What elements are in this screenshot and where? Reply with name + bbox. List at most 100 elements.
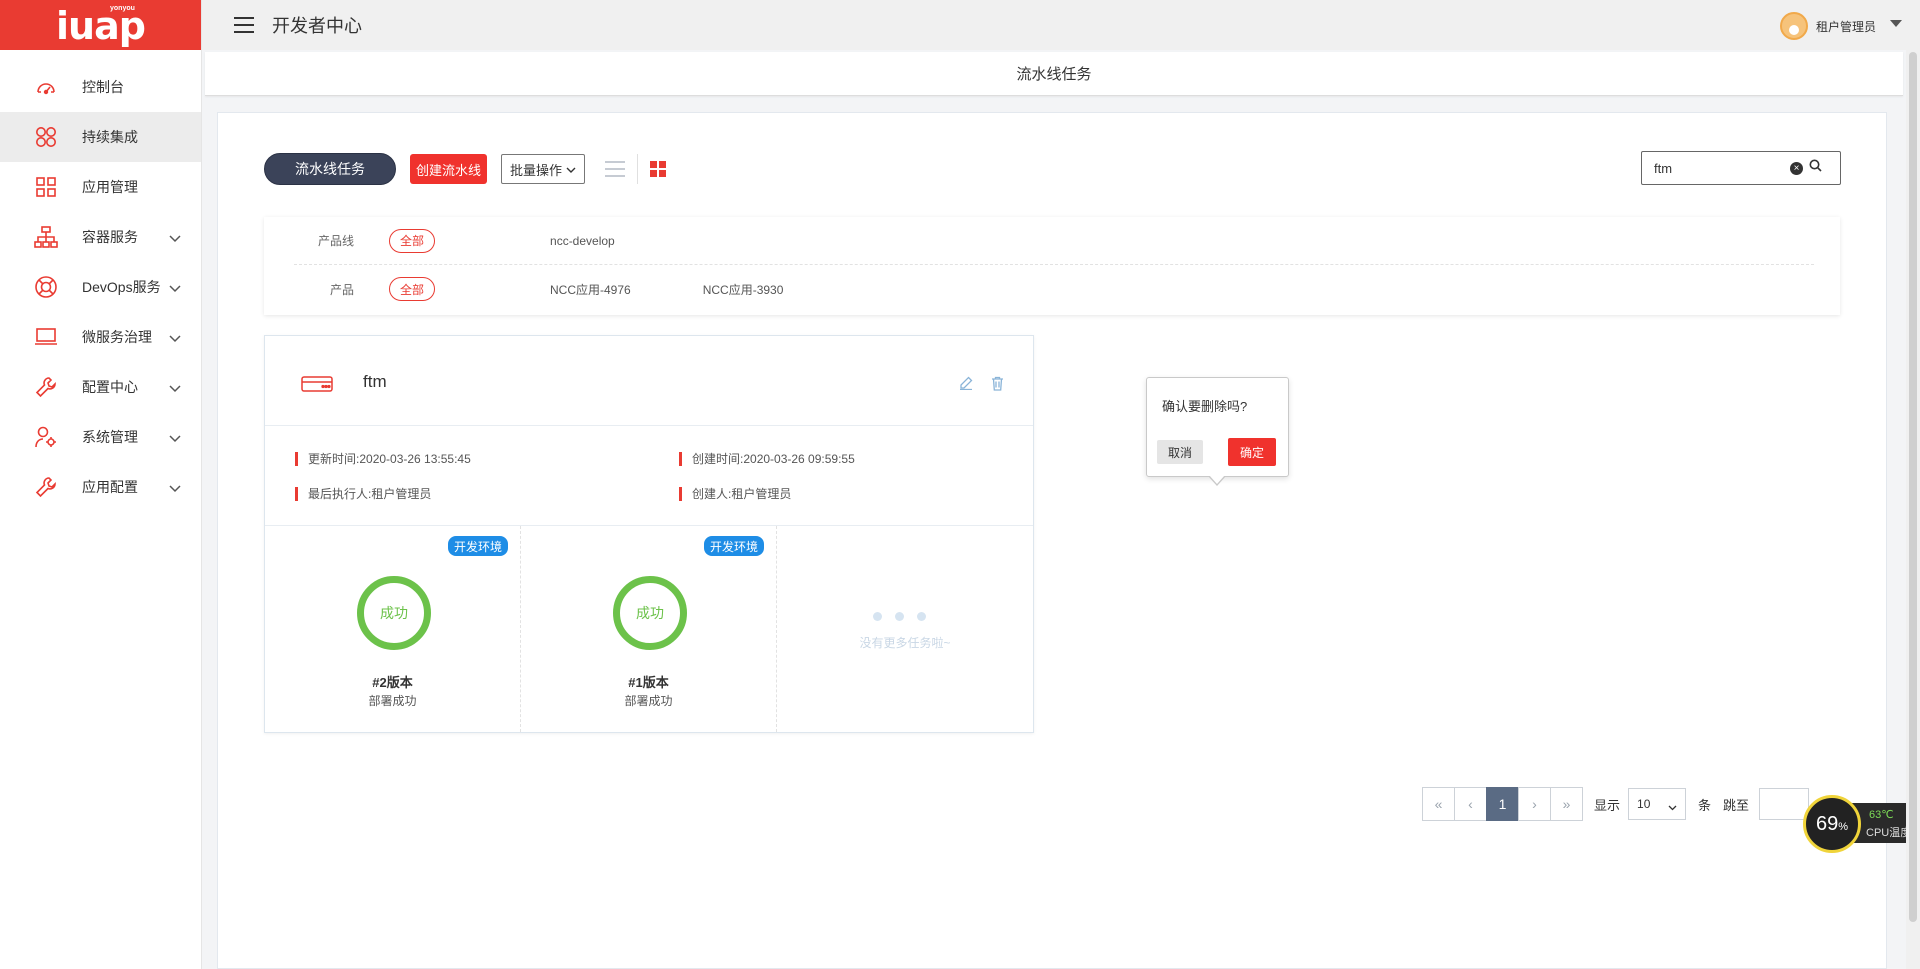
- sidebar: iuap yonyou 控制台 持续集成 应用管理 容器服务 DevOps服务 …: [0, 0, 202, 969]
- card-header: ftm: [265, 336, 1033, 426]
- chevron-down-icon: [566, 162, 576, 177]
- filter-all-tag[interactable]: 全部: [389, 277, 436, 301]
- menu-toggle-icon[interactable]: [234, 17, 254, 33]
- creator: 创建人:租户管理员: [679, 487, 791, 501]
- batch-operations-label: 批量操作: [510, 162, 563, 178]
- creator-label: 创建人:: [692, 487, 732, 501]
- update-time-value: 2020-03-26 13:55:45: [359, 452, 471, 466]
- page-scrollbar[interactable]: [1906, 50, 1920, 969]
- loading-dots-icon: [873, 612, 939, 621]
- sidebar-item-label: 应用配置: [82, 479, 138, 495]
- sidebar-item-label: 控制台: [82, 79, 124, 95]
- sidebar-item-ci[interactable]: 持续集成: [0, 112, 201, 162]
- first-page-button[interactable]: «: [1422, 787, 1455, 821]
- scrollbar-thumb[interactable]: [1909, 52, 1917, 922]
- user-menu[interactable]: 租户管理员: [1779, 12, 1902, 40]
- task-item[interactable]: 开发环境 成功 #1版本 部署成功: [521, 526, 777, 732]
- filter-all-tag[interactable]: 全部: [389, 228, 436, 253]
- sidebar-item-microservice[interactable]: 微服务治理: [0, 312, 201, 362]
- no-more-text: 没有更多任务啦~: [859, 636, 951, 650]
- create-pipeline-button[interactable]: 创建流水线: [410, 154, 488, 184]
- toolbar: 流水线任务 创建流水线 批量操作: [264, 153, 667, 185]
- user-name: 租户管理员: [1815, 19, 1876, 34]
- sidebar-item-label: 持续集成: [82, 129, 138, 145]
- filter-row-product-line: 产品线 全部 ncc-develop: [294, 217, 1814, 265]
- trash-icon[interactable]: [991, 376, 1004, 396]
- page-size-select[interactable]: 10: [1628, 788, 1687, 820]
- search-input-value: ftm: [1654, 160, 1673, 176]
- chevron-down-icon: [169, 330, 181, 348]
- sidebar-item-label: 系统管理: [82, 429, 138, 445]
- sidebar-item-label: 配置中心: [82, 379, 138, 395]
- confirm-button[interactable]: 确定: [1228, 438, 1277, 466]
- sidebar-item-system-management[interactable]: 系统管理: [0, 412, 201, 462]
- filter-option[interactable]: NCC应用-4976: [550, 281, 631, 298]
- sidebar-item-dashboard[interactable]: 控制台: [0, 62, 201, 112]
- cpu-usage-value: 69: [1815, 812, 1839, 835]
- cpu-temperature-value: 63℃: [1869, 809, 1894, 821]
- sidebar-item-container-service[interactable]: 容器服务: [0, 212, 201, 262]
- main-panel: 流水线任务 创建流水线 批量操作 ftm × 产品线 全部 ncc-develo…: [217, 112, 1887, 969]
- create-time: 创建时间:2020-03-26 09:59:55: [679, 452, 855, 466]
- filter-option[interactable]: ncc-develop: [550, 234, 615, 248]
- jump-page-input[interactable]: [1759, 788, 1810, 820]
- server-icon: [301, 376, 333, 397]
- clear-icon[interactable]: ×: [1790, 161, 1803, 175]
- search-icon[interactable]: [1809, 159, 1822, 177]
- cpu-temperature-label: CPU温度: [1866, 827, 1912, 839]
- sidebar-item-devops[interactable]: DevOps服务: [0, 262, 201, 312]
- task-version: #2版本: [372, 675, 413, 690]
- ci-flower-icon: [34, 125, 58, 149]
- sidebar-item-config-center[interactable]: 配置中心: [0, 362, 201, 412]
- list-view-icon[interactable]: [605, 161, 626, 177]
- sidebar-item-app-config[interactable]: 应用配置: [0, 462, 201, 512]
- section-title: 流水线任务: [1016, 66, 1092, 83]
- grid-view-icon[interactable]: [650, 161, 667, 177]
- task-item[interactable]: 开发环境 成功 #2版本 部署成功: [265, 526, 521, 732]
- filter-label: 产品线: [317, 234, 354, 248]
- task-description: 部署成功: [368, 694, 417, 708]
- avatar: [1779, 12, 1808, 40]
- task-description: 部署成功: [624, 694, 673, 708]
- card-info: 更新时间:2020-03-26 13:55:45 创建时间:2020-03-26…: [265, 426, 1033, 526]
- iuap-logo[interactable]: iuap yonyou: [0, 0, 201, 50]
- sidebar-item-label: 容器服务: [82, 229, 138, 245]
- pipeline-card[interactable]: ftm 更新时间:2020-03-26 13:55:45 创建时间:2020-0…: [264, 335, 1034, 733]
- status-text: 成功: [636, 605, 664, 621]
- status-ring: 成功: [613, 576, 687, 650]
- pipeline-name[interactable]: ftm: [363, 372, 387, 392]
- cpu-usage-gauge: 69%: [1803, 795, 1861, 853]
- update-time-label: 更新时间:: [308, 452, 360, 466]
- caret-down-icon[interactable]: [1890, 20, 1902, 27]
- status-text: 成功: [380, 605, 408, 621]
- batch-operations-dropdown[interactable]: 批量操作: [501, 154, 586, 184]
- search-input[interactable]: ftm ×: [1641, 151, 1841, 185]
- next-page-button[interactable]: ›: [1518, 787, 1551, 821]
- sidebar-item-label: 应用管理: [82, 179, 138, 195]
- chevron-down-icon: [169, 280, 181, 298]
- chevron-down-icon: [169, 430, 181, 448]
- section-header: 流水线任务: [205, 52, 1903, 96]
- wrench-icon: [34, 375, 58, 399]
- chevron-down-icon: [169, 480, 181, 498]
- create-time-value: 2020-03-26 09:59:55: [743, 452, 855, 466]
- page-title: 开发者中心: [272, 16, 362, 36]
- cancel-button[interactable]: 取消: [1157, 440, 1204, 464]
- prev-page-button[interactable]: ‹: [1454, 787, 1487, 821]
- popover-arrow-inner: [1209, 475, 1225, 484]
- wrench-icon: [34, 475, 58, 499]
- update-time: 更新时间:2020-03-26 13:55:45: [295, 452, 471, 466]
- sidebar-item-label: 微服务治理: [82, 329, 152, 345]
- filter-option[interactable]: NCC应用-3930: [703, 281, 784, 298]
- dashboard-icon: [34, 75, 58, 99]
- cpu-temperature-widget[interactable]: 69% 63℃ CPU温度: [1803, 795, 1920, 853]
- delete-confirm-popover: 确认要删除吗? 取消 确定: [1146, 377, 1289, 486]
- sidebar-item-app-management[interactable]: 应用管理: [0, 162, 201, 212]
- pipeline-tasks-button[interactable]: 流水线任务: [264, 153, 396, 185]
- sidebar-nav: 控制台 持续集成 应用管理 容器服务 DevOps服务 微服务治理 配置中心 系…: [0, 50, 201, 512]
- filter-panel: 产品线 全部 ncc-develop 产品 全部 NCC应用-4976 NCC应…: [264, 217, 1840, 315]
- edit-icon[interactable]: [959, 376, 973, 395]
- last-page-button[interactable]: »: [1550, 787, 1583, 821]
- page-number-button[interactable]: 1: [1486, 787, 1519, 821]
- status-ring: 成功: [357, 576, 431, 650]
